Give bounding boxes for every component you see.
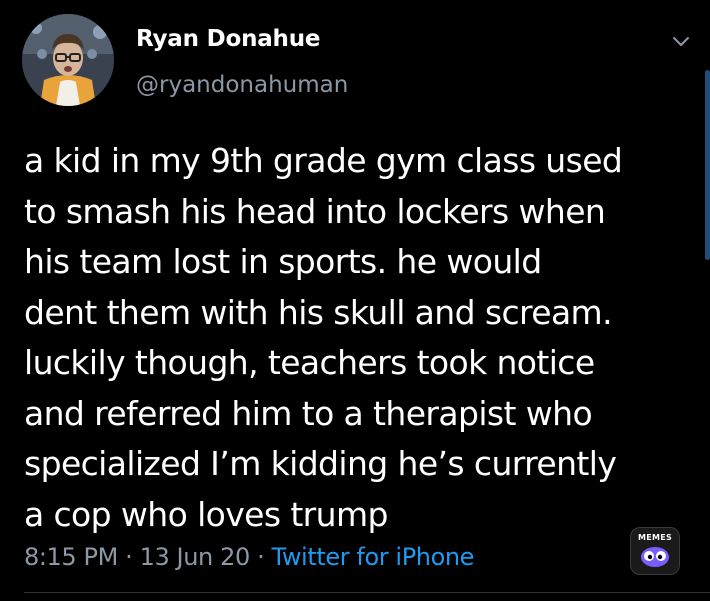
tweet-time: 8:15 PM [24,543,118,571]
memes-watermark: MEMES [630,527,680,575]
meta-separator: · [249,543,272,571]
memes-logo-icon [641,547,669,567]
scrollbar[interactable] [705,70,710,260]
tweet-text: a kid in my 9th grade gym class used to … [24,141,623,534]
tweet-date: 13 Jun 20 [139,543,251,571]
tweet-source-link[interactable]: Twitter for iPhone [272,543,475,571]
tweet-card: Ryan Donahue @ryandonahuman a kid in my … [0,0,710,601]
avatar[interactable] [22,14,114,106]
tweet-meta: 8:15 PM · 13 Jun 20 · Twitter for iPhone [24,543,474,571]
user-handle[interactable]: @ryandonahuman [136,72,348,98]
chevron-down-icon[interactable] [670,30,692,52]
divider [24,592,710,593]
meta-separator: · [117,543,140,571]
memes-label: MEMES [637,533,673,542]
avatar-image [22,14,114,106]
display-name[interactable]: Ryan Donahue [136,26,321,52]
